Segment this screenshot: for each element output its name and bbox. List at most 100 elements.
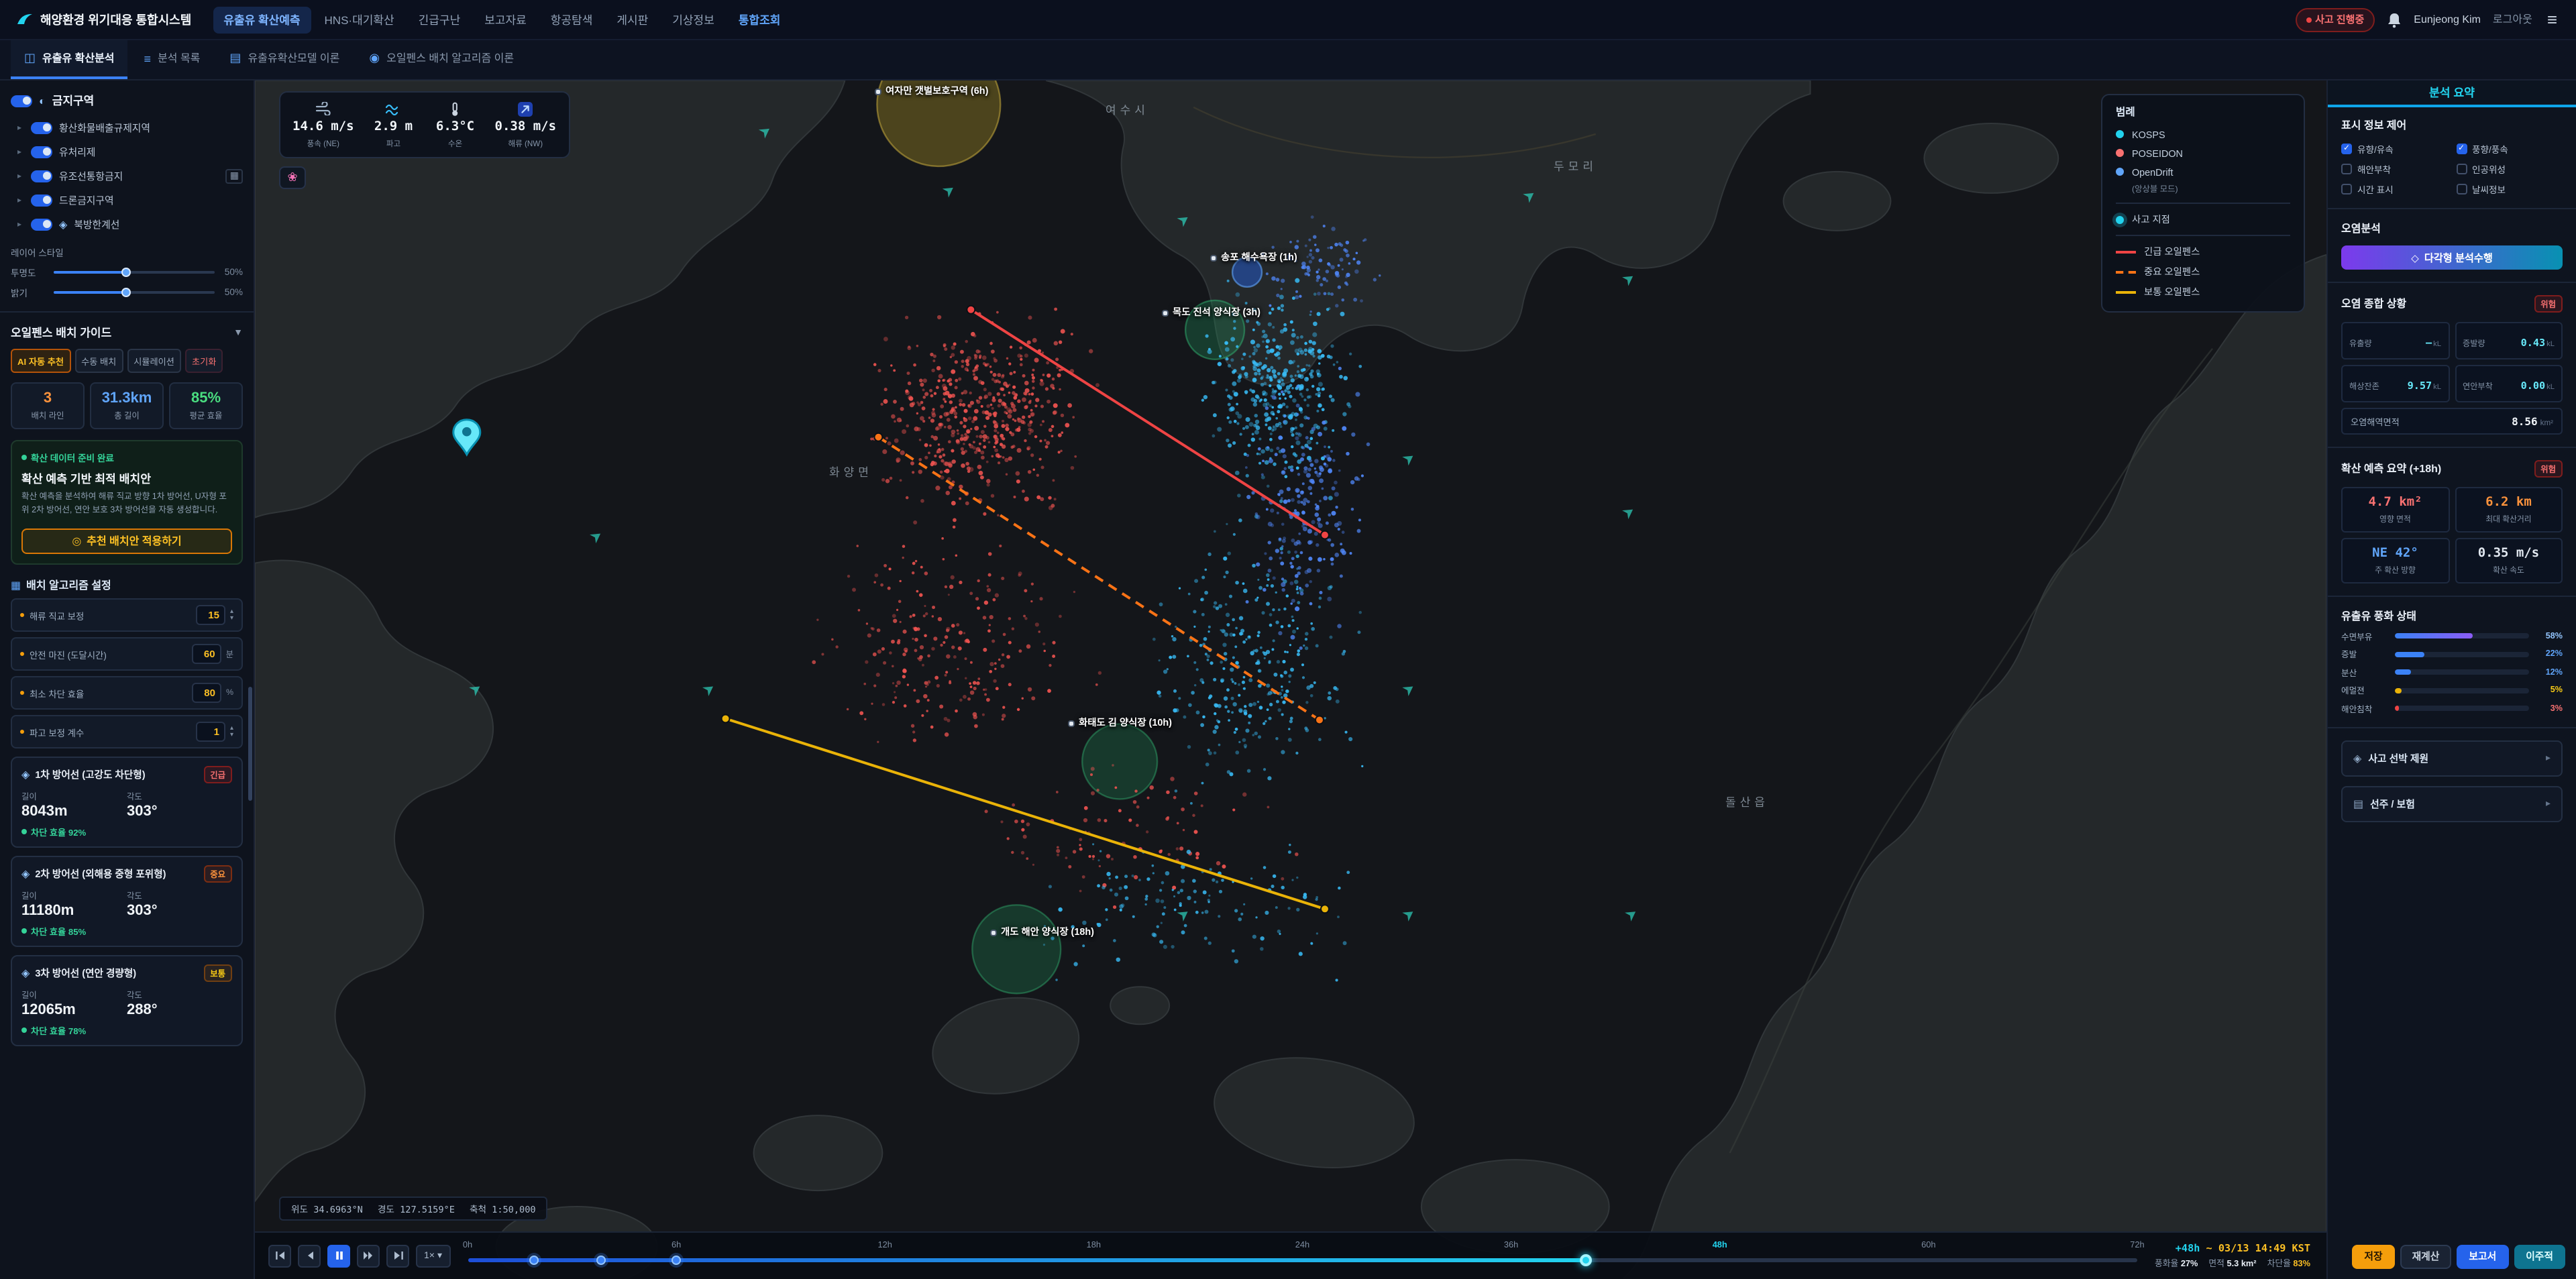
bell-icon[interactable] <box>2387 11 2402 27</box>
zone-row[interactable]: ▸황산화물배출규제지역 <box>11 115 243 140</box>
nav-item[interactable]: 긴급구난 <box>408 6 472 33</box>
checkbox-icon[interactable] <box>2456 184 2467 194</box>
playback-speed-select[interactable]: 1×▾ <box>416 1244 450 1267</box>
zone-toggle[interactable] <box>31 194 52 206</box>
display-checkbox-on[interactable]: ✓유향/유속 <box>2341 142 2448 156</box>
deployment-marker[interactable] <box>530 1256 539 1265</box>
fence-mode-button[interactable]: 시뮬레이션 <box>127 349 181 373</box>
zone-row[interactable]: ▸◈북방한계선 <box>11 212 243 236</box>
checkbox-icon[interactable] <box>2341 164 2352 174</box>
tab-doc[interactable]: ▤유출유확산모델 이론 <box>216 40 353 79</box>
fence-endpoint-dot[interactable] <box>967 306 975 314</box>
setting-value-input[interactable]: 60 <box>193 644 222 664</box>
divider <box>2328 447 2576 448</box>
nav-item[interactable]: 통합조회 <box>728 6 792 33</box>
stepper-arrows-icon[interactable]: ▴ ▾ <box>230 725 233 738</box>
apply-plan-button[interactable]: ◎ 추천 배치안 적용하기 <box>21 529 232 554</box>
fence-mode-button[interactable]: 수동 배치 <box>74 349 123 373</box>
app-logo[interactable]: 해양환경 위기대응 통합시스템 <box>16 11 191 28</box>
map-tool-chip[interactable]: ❀ <box>279 166 306 189</box>
tab-info[interactable]: ◉오일펜스 배치 알고리즘 이론 <box>356 40 527 79</box>
pause-button[interactable] <box>327 1244 350 1267</box>
display-checkbox-off[interactable]: 해안부착 <box>2341 162 2448 176</box>
checkbox-icon[interactable] <box>2341 184 2352 194</box>
zone-row[interactable]: ▸유처리제 <box>11 140 243 164</box>
fence-mode-button[interactable]: AI 자동 추천 <box>11 349 70 373</box>
zone-row[interactable]: ▸유조선통항금지▦ <box>11 164 243 188</box>
logout-button[interactable]: 로그아웃 <box>2493 12 2532 27</box>
user-name[interactable]: Eunjeong Kim <box>2414 13 2481 25</box>
nav-item[interactable]: 기상정보 <box>661 6 725 33</box>
fence-guide-header[interactable]: 오일펜스 배치 가이드 ▼ <box>11 325 243 341</box>
expand-chevron-icon[interactable]: ▸ <box>17 147 24 156</box>
action-button-teal[interactable]: 이주적 <box>2514 1244 2565 1268</box>
fence-endpoint-dot[interactable] <box>1321 905 1329 913</box>
defense-line-card[interactable]: ◈1차 방어선 (고강도 차단형)긴급길이8043m각도303°차단 효율 92… <box>11 757 243 848</box>
nav-item[interactable]: 항공탐색 <box>540 6 604 33</box>
fence-mode-button[interactable]: 초기화 <box>185 349 223 373</box>
vessel-spec-section[interactable]: ◈사고 선박 제원▸ <box>2341 740 2563 776</box>
timeline-tick: 36h <box>1504 1241 1518 1250</box>
step-back-button[interactable] <box>298 1244 321 1267</box>
expand-chevron-icon[interactable]: ▸ <box>17 195 24 205</box>
analysis-summary-header[interactable]: 분석 요약 <box>2328 80 2576 107</box>
map-viewport[interactable]: 여수시두모리화양면돌산읍여자만 갯벌보호구역 (6h)송포 해수욕장 (1h)목… <box>255 80 2326 1279</box>
zone-toggle[interactable] <box>31 170 52 182</box>
setting-value-input[interactable]: 15 <box>197 605 226 625</box>
zone-group-toggle[interactable] <box>11 95 32 107</box>
display-checkbox-on[interactable]: ✓풍향/풍속 <box>2456 142 2563 156</box>
tab-list[interactable]: ≡분석 목록 <box>131 40 214 79</box>
deployment-marker[interactable] <box>596 1256 606 1265</box>
slider-knob[interactable] <box>121 288 131 297</box>
nav-item[interactable]: 게시판 <box>606 6 659 33</box>
setting-value-input[interactable]: 1 <box>197 722 226 742</box>
expand-chevron-icon[interactable]: ▸ <box>17 171 24 180</box>
slider-knob[interactable] <box>121 268 131 277</box>
slider-track[interactable] <box>54 291 215 294</box>
action-button-orange[interactable]: 저장 <box>2352 1244 2394 1268</box>
display-checkbox-off[interactable]: 시간 표시 <box>2341 182 2448 196</box>
timeline-track[interactable]: 0h6h12h18h24h36h48h60h72h <box>468 1237 2137 1274</box>
fence-endpoint-dot[interactable] <box>1316 716 1324 724</box>
sidebar-scrollbar[interactable] <box>248 687 252 801</box>
slider-track[interactable] <box>54 271 215 274</box>
display-checkbox-off[interactable]: 날씨정보 <box>2456 182 2563 196</box>
zone-row[interactable]: ▸드론금지구역 <box>11 188 243 212</box>
expand-chevron-icon[interactable]: ▸ <box>17 219 24 229</box>
owner-insurance-section[interactable]: ▤선주 / 보험▸ <box>2341 785 2563 822</box>
action-button-blue[interactable]: 보고서 <box>2457 1244 2508 1268</box>
checkbox-icon[interactable] <box>2456 164 2467 174</box>
map-canvas[interactable] <box>255 80 2326 1279</box>
zone-toggle[interactable] <box>31 121 52 133</box>
checkbox-icon[interactable]: ✓ <box>2456 144 2467 154</box>
fence-endpoint-dot[interactable] <box>722 714 730 722</box>
tab-analysis[interactable]: ◫유출유 확산분석 <box>11 40 128 79</box>
expand-chevron-icon[interactable]: ▸ <box>17 123 24 132</box>
polygon-analysis-button[interactable]: ◇ 다각형 분석수행 <box>2341 245 2563 270</box>
tab-label: 분석 목록 <box>158 51 200 66</box>
skip-end-button[interactable] <box>386 1244 409 1267</box>
checkbox-icon[interactable]: ✓ <box>2341 144 2352 154</box>
fast-forward-button[interactable] <box>357 1244 380 1267</box>
setting-value-input[interactable]: 80 <box>193 683 222 703</box>
zone-toggle[interactable] <box>31 146 52 158</box>
timeline-handle[interactable] <box>1580 1254 1593 1266</box>
defense-line-card[interactable]: ◈2차 방어선 (외해용 중형 포위형)중요길이11180m각도303°차단 효… <box>11 856 243 947</box>
zone-extra-icon[interactable]: ▦ <box>226 168 243 183</box>
nav-item[interactable]: 보고자료 <box>474 6 537 33</box>
stepper-arrows-icon[interactable]: ▴ ▾ <box>230 608 233 622</box>
hamburger-menu-icon[interactable]: ≡ <box>2544 9 2560 30</box>
nav-item[interactable]: HNS·대기확산 <box>314 6 405 33</box>
algo-setting-row: 최소 차단 효율80% <box>11 676 243 710</box>
fence-endpoint-dot[interactable] <box>874 433 882 441</box>
deployment-marker[interactable] <box>672 1256 681 1265</box>
zone-toggle[interactable] <box>31 218 52 230</box>
display-checkbox-off[interactable]: 인공위성 <box>2456 162 2563 176</box>
action-button-dark[interactable]: 재계산 <box>2400 1244 2452 1268</box>
metric-angle: 각도303° <box>127 790 232 820</box>
defense-line-card[interactable]: ◈3차 방어선 (연안 경량형)보통길이12065m각도288°차단 효율 78… <box>11 955 243 1046</box>
skip-start-button[interactable] <box>268 1244 291 1267</box>
nav-item[interactable]: 유출유 확산예측 <box>213 6 311 33</box>
slider-value: 50% <box>223 268 243 277</box>
fence-endpoint-dot[interactable] <box>1321 531 1329 539</box>
